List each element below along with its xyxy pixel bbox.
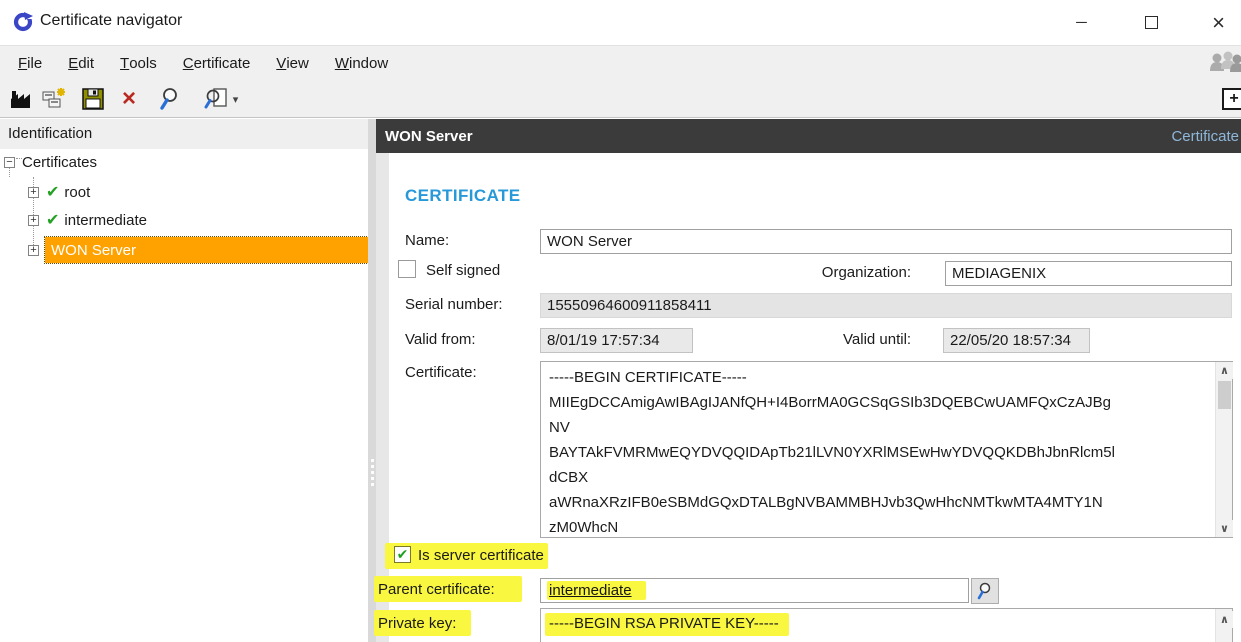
tree-node-won-server[interactable]: + WON Server <box>0 237 372 263</box>
save-button[interactable] <box>78 84 108 114</box>
self-signed-label: Self signed <box>426 262 500 279</box>
detail-header-tab[interactable]: Certificate <box>1171 128 1239 145</box>
selected-tree-row[interactable]: WON Server <box>45 237 372 263</box>
valid-check-icon: ✔ <box>46 210 59 230</box>
is-server-checkbox[interactable]: ✔ <box>394 546 411 563</box>
app-icon <box>12 11 34 33</box>
caret-down-icon: ▾ <box>233 93 239 106</box>
menu-tools[interactable]: Tools <box>107 46 170 80</box>
new-certificate-button[interactable] <box>40 84 70 114</box>
menu-certificate[interactable]: Certificate <box>170 46 264 80</box>
parent-lookup-button[interactable] <box>971 578 999 604</box>
search-document-icon <box>204 87 230 111</box>
scroll-up-icon[interactable]: ∧ <box>1216 611 1233 628</box>
organization-input[interactable]: MEDIAGENIX <box>945 261 1232 286</box>
menu-edit[interactable]: Edit <box>55 46 107 80</box>
expand-icon[interactable]: + <box>28 245 39 256</box>
delete-button[interactable]: × <box>114 84 144 114</box>
minimize-button[interactable]: ─ <box>1059 0 1104 45</box>
new-certificate-icon <box>42 87 68 111</box>
name-value: WON Server <box>547 233 632 250</box>
menu-window[interactable]: Window <box>322 46 401 80</box>
panel-splitter[interactable] <box>368 119 376 642</box>
lookup-search-icon <box>976 582 994 600</box>
valid-until-label: Valid until: <box>843 331 911 348</box>
detail-header: WON Server Certificate <box>376 119 1241 153</box>
tree-node-intermediate[interactable]: + ✔ intermediate <box>0 207 147 233</box>
name-label: Name: <box>405 232 449 249</box>
private-key-text: -----BEGIN RSA PRIVATE KEY----- <box>545 613 789 636</box>
close-button[interactable]: × <box>1196 0 1241 45</box>
parent-certificate-link[interactable]: intermediate <box>547 581 646 600</box>
is-server-label: Is server certificate <box>418 547 544 564</box>
serial-number-field: 15550964600911858411 <box>540 293 1232 318</box>
search-icon <box>159 87 183 111</box>
add-panel-button[interactable]: + <box>1222 88 1241 110</box>
valid-until-field: 22/05/20 18:57:34 <box>943 328 1090 353</box>
menu-view[interactable]: View <box>263 46 322 80</box>
valid-from-value: 8/01/19 17:57:34 <box>547 332 660 349</box>
scroll-down-icon[interactable]: ∨ <box>1216 520 1233 537</box>
organization-value: MEDIAGENIX <box>952 265 1046 282</box>
tree-node-root[interactable]: + ✔ root <box>0 179 90 205</box>
certificate-textarea[interactable]: -----BEGIN CERTIFICATE----- MIIEgDCCAmig… <box>540 361 1233 538</box>
minimize-icon: ─ <box>1076 14 1087 31</box>
title-bar: Certificate navigator ─ × <box>0 0 1241 45</box>
menu-file[interactable]: File <box>5 46 55 80</box>
save-icon <box>82 88 104 110</box>
organization-label: Organization: <box>815 264 911 281</box>
certificate-label: Certificate: <box>405 364 477 381</box>
certificate-tree: − Certificates + ✔ root + ✔ intermediate… <box>0 149 368 642</box>
factory-icon <box>9 89 33 109</box>
valid-from-label: Valid from: <box>405 331 476 348</box>
close-icon: × <box>1212 10 1225 36</box>
valid-until-value: 22/05/20 18:57:34 <box>950 332 1071 349</box>
checkmark-icon: ✔ <box>397 546 409 563</box>
search-certificate-button[interactable]: ▾ <box>200 84 242 114</box>
serial-number-value: 15550964600911858411 <box>547 297 712 314</box>
expand-icon[interactable]: + <box>28 215 39 226</box>
section-title: CERTIFICATE <box>405 186 521 206</box>
parent-certificate-label: Parent certificate: <box>378 581 495 598</box>
certificate-navigator-window: Certificate navigator ─ × File Edit Tool… <box>0 0 1241 642</box>
tree-node-label[interactable]: root <box>64 184 90 201</box>
name-input[interactable]: WON Server <box>540 229 1232 254</box>
scrollbar-thumb[interactable] <box>1218 381 1231 409</box>
certificate-text: -----BEGIN CERTIFICATE----- MIIEgDCCAmig… <box>549 365 1199 540</box>
valid-from-field: 8/01/19 17:57:34 <box>540 328 693 353</box>
expand-icon[interactable]: + <box>28 187 39 198</box>
certificate-scrollbar[interactable]: ∧ ∨ <box>1215 362 1232 537</box>
parent-certificate-input[interactable]: intermediate <box>540 578 969 603</box>
tree-node-label[interactable]: Certificates <box>22 154 97 171</box>
users-group-icon <box>1207 49 1241 77</box>
tree-node-certificates[interactable]: − Certificates <box>0 149 97 175</box>
serial-number-label: Serial number: <box>405 296 503 313</box>
collapse-icon[interactable]: − <box>4 157 15 168</box>
private-key-label: Private key: <box>378 615 456 632</box>
window-title: Certificate navigator <box>40 12 182 30</box>
private-key-scrollbar[interactable]: ∧ <box>1215 609 1232 642</box>
private-key-textarea[interactable]: -----BEGIN RSA PRIVATE KEY----- ∧ <box>540 608 1233 642</box>
tree-node-label[interactable]: intermediate <box>64 212 147 229</box>
delete-icon: × <box>122 85 136 113</box>
maximize-icon <box>1145 16 1158 29</box>
scroll-up-icon[interactable]: ∧ <box>1216 362 1233 379</box>
self-signed-checkbox[interactable] <box>398 260 416 278</box>
menu-bar: File Edit Tools Certificate View Window <box>0 45 1241 80</box>
tree-node-label[interactable]: WON Server <box>51 242 136 259</box>
import-button[interactable] <box>6 84 36 114</box>
search-button[interactable] <box>156 84 186 114</box>
maximize-button[interactable] <box>1129 0 1174 45</box>
detail-title: WON Server <box>385 128 473 145</box>
add-icon: + <box>1229 90 1238 108</box>
sidebar-header: Identification <box>0 119 368 149</box>
valid-check-icon: ✔ <box>46 182 59 202</box>
toolbar <box>0 80 1241 118</box>
